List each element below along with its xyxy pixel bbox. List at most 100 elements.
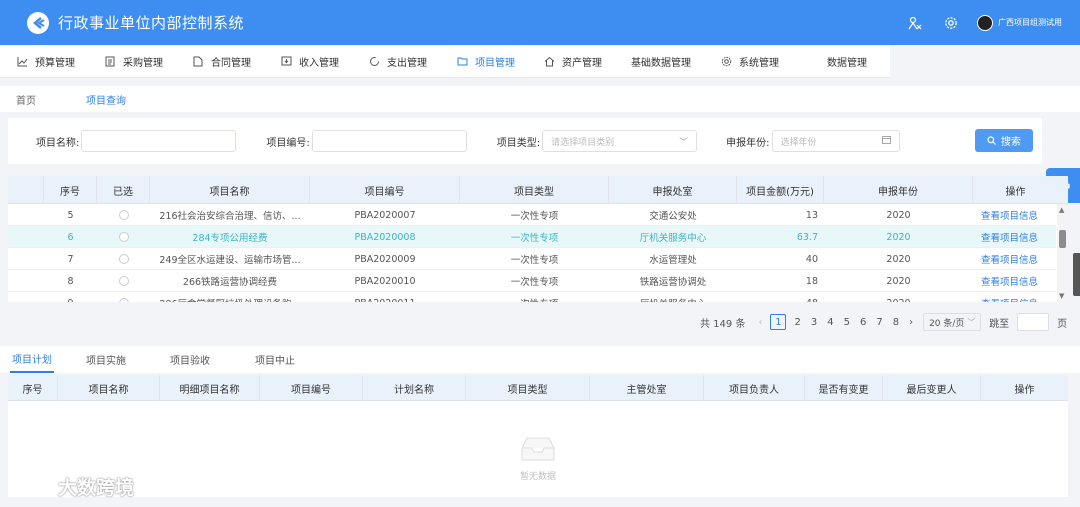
row-spacer [8,292,44,302]
table-cell-no: 8 [67,275,74,287]
scroll-up-icon[interactable]: ▲ [1059,206,1064,214]
breadcrumb-home[interactable]: 首页 [16,92,36,107]
nav-item-asset[interactable]: 资产管理 [543,45,602,78]
nav-item-income[interactable]: 收入管理 [280,45,339,78]
page-5[interactable]: 5 [844,317,850,328]
folder-icon [456,55,468,67]
user-name[interactable]: 广西项目组测试用 [998,17,1062,28]
app-title: 行政事业单位内部控制系统 [58,14,245,32]
watermark: 大数跨境 [8,472,134,500]
row-select-radio[interactable] [118,254,129,264]
table-row[interactable]: 6 284专项公用经费 PBA2020008 一次性专项 厅机关服务中心 63.7 2020… [8,226,1056,248]
page-1[interactable]: 1 [770,314,787,330]
table-cell-type: 一次性专项 [510,255,559,266]
row-select-radio[interactable] [118,276,129,286]
table-cell-amount: 48 [737,292,824,303]
nav-item-expense[interactable]: 支出管理 [368,45,427,78]
row-select-radio[interactable] [118,232,129,242]
side-drawer-handle[interactable] [1073,253,1080,296]
tab-project-acceptance[interactable]: 项目验收 [170,346,210,373]
chevron-down-icon: ﹀ [679,137,689,148]
tab-project-implementation[interactable]: 项目实施 [86,346,126,373]
view-project-link[interactable]: 查看项目信息 [973,204,1046,226]
users-icon[interactable] [905,13,925,33]
table-row[interactable]: 7 249全区水运建设、运输市场管... PBA2020009 一次性专项 水运管理处 4… [8,248,1056,270]
select-cell [97,226,150,248]
table-row[interactable]: 9 286厅食堂餐厨垃圾处理设备购...PBA2020011一次性专项厅机关服务中… [8,292,1056,302]
row-spacer [8,248,44,270]
empty-inbox-icon [518,435,558,463]
plan-table: 序号 项目名称 明细项目名称 项目编号 计划名称 项目类型 主管处室 项目负责人… [8,375,1068,497]
nav-item-data[interactable]: 数据管理 [827,45,867,78]
row-select-radio[interactable] [118,210,129,220]
table-scrollbar[interactable]: ▲ ▼ [1057,204,1068,302]
prev-page-icon[interactable]: ‹ [758,317,762,328]
page-6[interactable]: 6 [860,317,866,328]
gear-icon [720,55,732,67]
nav-item-system[interactable]: 系统管理 [720,45,779,78]
app-header: 行政事业单位内部控制系统 广西项目组测试用 [0,0,1080,45]
nav-item-basic-data[interactable]: 基础数据管理 [631,45,691,78]
table-body: 5 216社会治安综合治理、信访、... PBA2020007 一次性专项 交通公安处 1… [8,204,1056,302]
page-8[interactable]: 8 [893,317,899,328]
chart-line-icon [16,55,28,67]
project-type-select[interactable]: 请选择项目类别 ﹀ [542,130,698,152]
page-2[interactable]: 2 [794,317,800,328]
page-4[interactable]: 4 [827,317,833,328]
table-cell-no: 6 [67,231,74,243]
table-cell-code: PBA2020009 [354,253,416,265]
page-size-select[interactable]: 20 条/页 ﹀ [923,313,982,331]
detail-tabs: 项目计划 项目实施 项目验收 项目中止 [0,346,1080,373]
page-unit-label: 页 [1057,318,1068,330]
tab-project-termination[interactable]: 项目中止 [255,346,295,373]
project-name-input[interactable] [81,130,237,152]
nav-item-budget[interactable]: 预算管理 [16,45,75,78]
project-type-label: 项目类型: [496,137,541,149]
select-cell [97,292,150,302]
scroll-thumb[interactable] [1059,230,1066,248]
search-button[interactable]: 搜索 [975,129,1033,152]
column-spacer [8,176,44,204]
view-project-link[interactable]: 查看项目信息 [973,292,1046,302]
project-code-label: 项目编号: [266,137,310,149]
table-cell-year: 2020 [886,275,911,287]
table-cell-code: PBA2020010 [354,275,416,287]
nav-item-project[interactable]: 项目管理 [456,45,515,78]
column-header: 项目名称 [58,375,160,401]
tab-project-plan[interactable]: 项目计划 [10,346,54,373]
table-row[interactable]: 8 266铁路运营协调经费 PBA2020010 一次性专项 铁路运营协调处 18 2020… [8,270,1056,292]
gear-icon[interactable] [941,13,961,33]
chevron-down-icon: ﹀ [967,317,976,327]
table-cell-dept: 铁路运营协调处 [639,277,707,288]
page-7[interactable]: 7 [876,317,882,328]
table-row[interactable]: 5 216社会治安综合治理、信访、... PBA2020007 一次性专项 交通公安处 1… [8,204,1056,226]
avatar[interactable] [977,14,993,31]
view-project-link[interactable]: 查看项目信息 [973,248,1046,270]
view-project-link[interactable]: 查看项目信息 [973,226,1046,248]
nav-item-procurement[interactable]: 采购管理 [104,45,163,78]
column-header: 项目编号 [260,375,363,401]
column-header: 申报处室 [609,176,737,204]
report-year-picker[interactable]: 选择年份 [771,130,900,152]
breadcrumb-current[interactable]: 项目查询 [86,92,126,107]
row-select-radio[interactable] [118,298,129,302]
column-header: 申报年份 [824,176,973,204]
table-cell-code: PBA2020011 [310,292,460,303]
scroll-down-icon[interactable]: ▼ [1059,292,1064,300]
total-count: 共 149 条 [700,318,746,330]
nav-item-contract[interactable]: 合同管理 [192,45,251,78]
goto-page-input[interactable] [1017,313,1050,331]
next-page-icon[interactable]: › [909,317,913,328]
project-code-input[interactable] [311,130,467,152]
table-cell-no: 7 [67,253,74,265]
column-header: 项目类型 [466,375,590,401]
column-header: 项目编号 [310,176,460,204]
report-year-label: 申报年份: [726,137,770,149]
select-cell [97,248,150,270]
view-project-link[interactable]: 查看项目信息 [973,270,1046,292]
table-cell-amount: 63.7 [796,231,818,243]
page-3[interactable]: 3 [811,317,817,328]
column-header: 序号 [44,176,97,204]
table-cell-type: 一次性专项 [510,211,559,222]
file-icon [192,55,204,67]
